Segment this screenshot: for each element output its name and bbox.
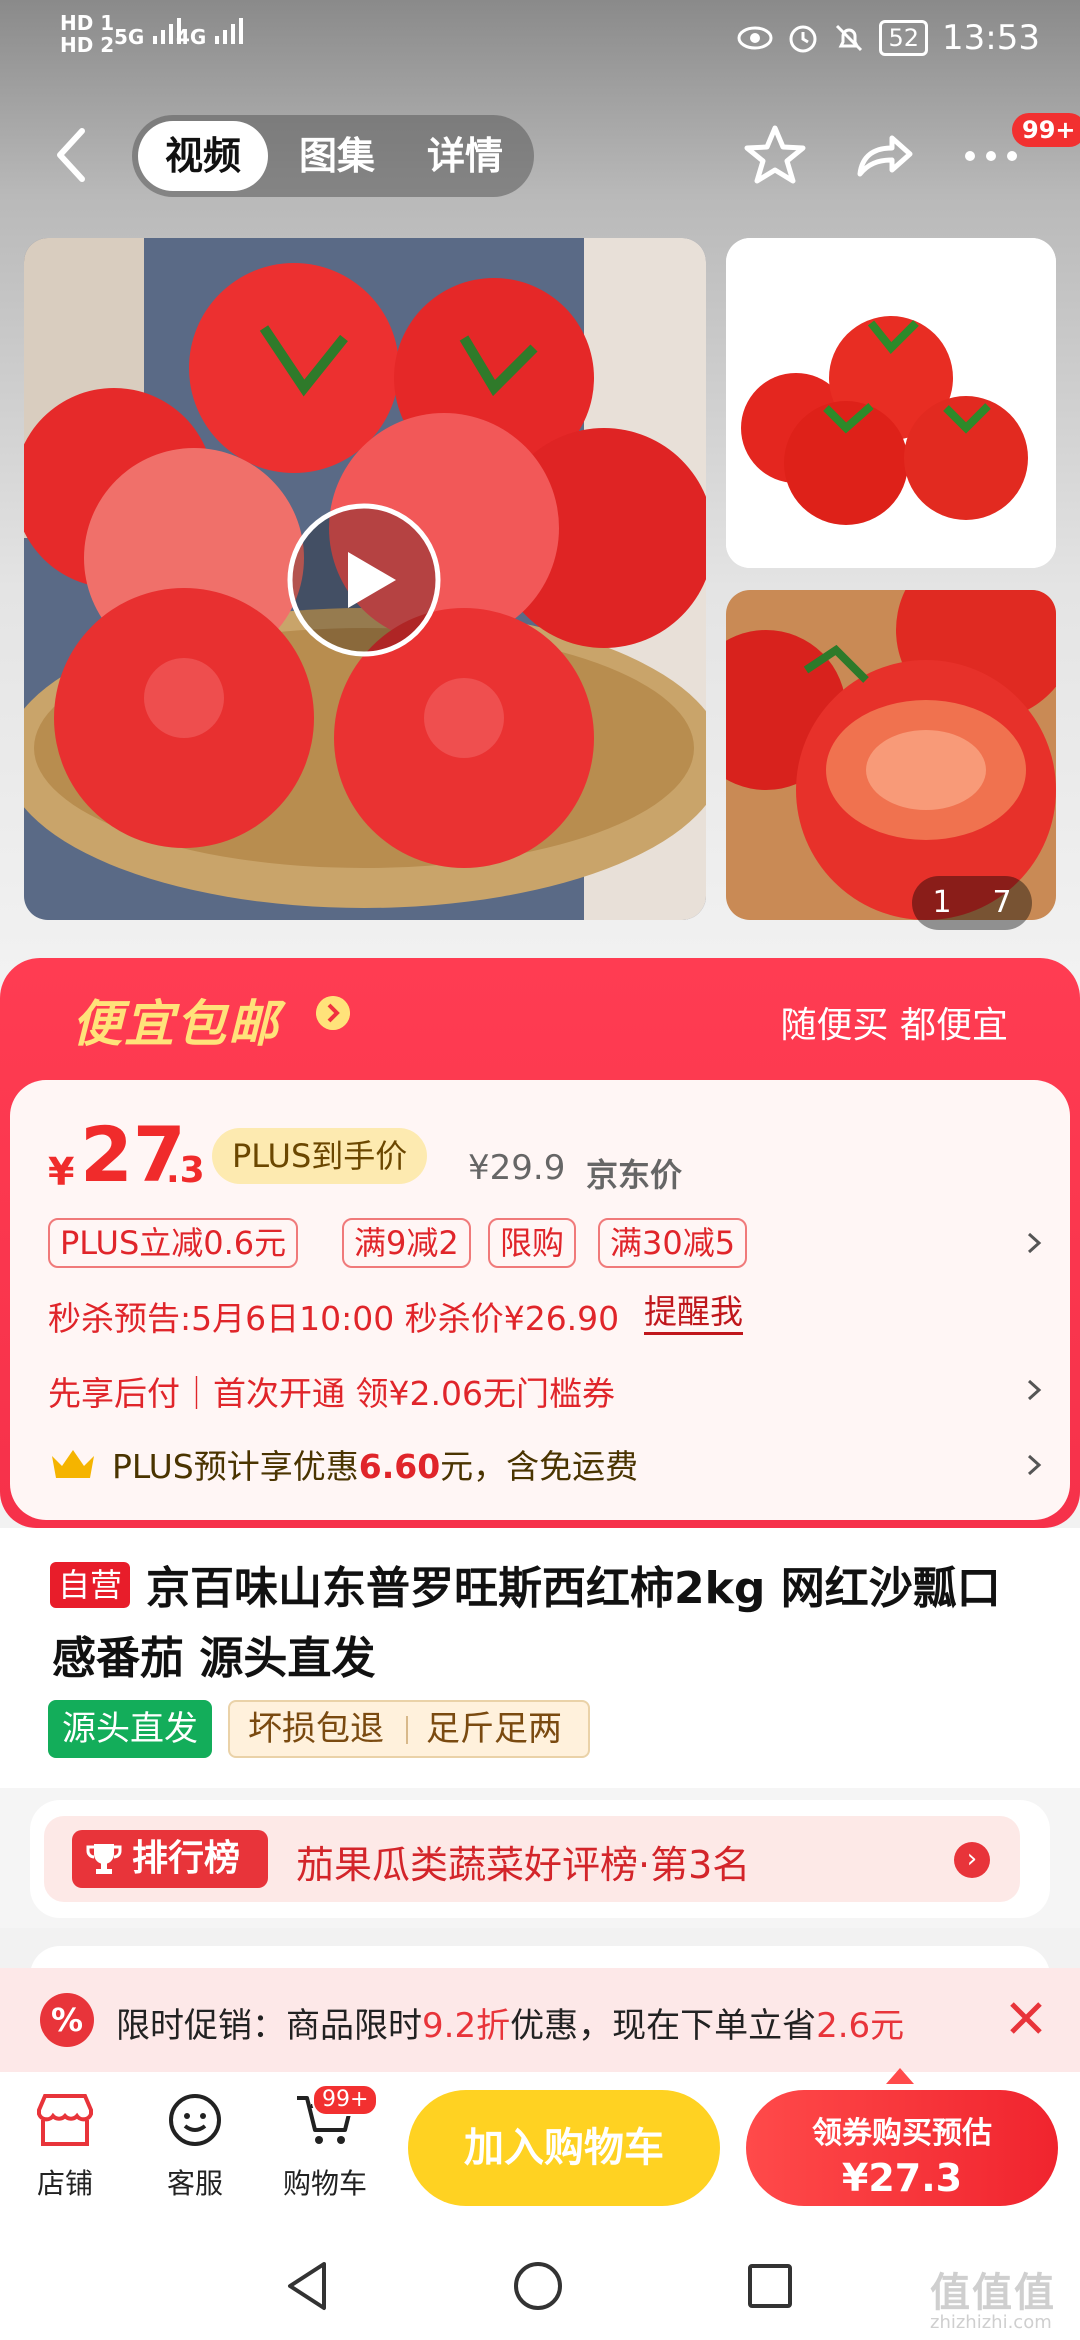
remind-me-link[interactable]: 提醒我 [644,1292,743,1335]
tab-details[interactable]: 详情 [410,121,520,191]
clock: 13:53 [942,18,1040,58]
tab-gallery[interactable]: 图集 [282,121,392,191]
nav-recents-square-icon[interactable] [746,2262,794,2310]
sim-indicators: HD 1 HD 2 [60,12,114,56]
gallery-counter-total: 7 [992,885,1012,920]
tab-video[interactable]: 视频 [138,121,268,191]
crown-icon [52,1450,94,1478]
coupon-tag[interactable]: 限购 [488,1218,577,1268]
chevron-right-icon[interactable]: › [954,1842,990,1878]
hd2-label: HD 2 [60,33,115,57]
gallery-counter: 1 7 [912,876,1032,930]
chevron-right-icon[interactable] [1022,1450,1046,1480]
system-navigation-bar [0,2232,1080,2340]
self-operated-badge: 自营 [50,1562,131,1608]
chat-face-icon [169,2094,221,2146]
limited-promo-text: 限时促销：商品限时9.2折优惠，现在下单立省2.6元 [116,2006,905,2046]
watermark-logo: 值值值 [930,2270,1056,2316]
service-label: 客服 [166,2167,223,2200]
signal-bars-icon [215,18,244,44]
trophy-icon [86,1844,122,1874]
original-price-label: 京东价 [586,1156,683,1194]
service-tags: 坏损包退 足斤足两 [228,1700,590,1758]
shop-button[interactable]: 店铺 [10,2090,120,2202]
shop-label: 店铺 [36,2167,93,2200]
chevron-right-icon[interactable] [316,996,350,1030]
percent-icon: % [40,1993,94,2047]
gallery-thumbnail-1[interactable] [726,238,1056,568]
plus-price-tag: PLUS到手价 [212,1128,428,1184]
divider [406,1716,408,1744]
back-icon[interactable] [50,125,90,185]
price-currency: ¥ [48,1150,75,1194]
pointer [886,2068,914,2084]
gallery-counter-current: 1 [932,885,952,920]
rank-text[interactable]: 茄果瓜类蔬菜好评榜·第3名 [296,1834,750,1889]
signal-4g: 4G [176,18,249,49]
add-to-cart-button[interactable]: 加入购物车 [408,2090,720,2206]
price-decimal: .3 [166,1150,205,1191]
promo-title[interactable]: 便宜包邮 [72,984,280,1056]
media-tab-switcher: 视频 图集 详情 [132,115,534,197]
eye-icon [737,26,773,50]
nav-back-triangle-icon[interactable] [284,2260,330,2312]
product-title: 京百味山东普罗旺斯西红柿2kg 网红沙瓢口感番茄 源头直发 [52,1563,1001,1684]
chevron-right-icon[interactable] [1022,1228,1046,1258]
flash-sale-notice: 秒杀预告:5月6日10:00 秒杀价¥26.90 [48,1299,620,1338]
watermark-url: zhizhizhi.com [930,2312,1052,2333]
mute-bell-icon [836,24,863,52]
status-bar: HD 1 HD 2 5G 4G 52 13:53 [0,0,1080,80]
nav-home-circle-icon[interactable] [512,2260,564,2312]
play-icon[interactable] [284,500,444,660]
alarm-icon [789,25,817,53]
gallery-thumbnail-2[interactable] [726,590,1056,920]
battery-indicator: 52 [879,20,929,56]
cart-count-badge: 99+ [312,2084,379,2116]
cut-tomato-image [726,590,1056,920]
message-badge: 99+ [1012,113,1080,147]
original-price: ¥29.9 [468,1148,566,1188]
coupon-tag[interactable]: 满30减5 [598,1218,748,1268]
close-icon[interactable] [1008,2000,1044,2036]
promo-subtitle: 随便买 都便宜 [780,1005,1008,1046]
cart-label: 购物车 [282,2167,367,2200]
coupon-tag[interactable]: 满9减2 [342,1218,471,1268]
chevron-right-icon[interactable] [1022,1375,1046,1405]
rank-badge: 排行榜 [72,1830,268,1888]
star-favorite-icon[interactable] [740,120,810,190]
status-right: 52 13:53 [737,18,1040,58]
buy-button-line1: 领券购买预估 [812,2116,992,2151]
tomato-cluster-image [726,238,1056,568]
hd1-label: HD 1 [60,11,115,35]
source-direct-tag: 源头直发 [48,1700,212,1758]
plus-savings[interactable]: PLUS预计享优惠6.60元，含免运费 [112,1440,638,1488]
share-icon[interactable] [848,120,918,190]
coupon-tag[interactable]: PLUS立减0.6元 [48,1218,299,1268]
pay-later-offer[interactable]: 先享后付｜首次开通 领¥2.06无门槛券 [48,1367,615,1415]
full-weight-tag: 足斤足两 [426,1709,562,1749]
buy-button-price: ¥27.3 [841,2156,963,2200]
product-video-thumbnail[interactable] [24,238,706,920]
coupon-buy-button[interactable]: 领券购买预估 ¥27.3 [746,2090,1058,2206]
store-icon [37,2094,93,2146]
damage-return-tag: 坏损包退 [248,1709,384,1749]
customer-service-button[interactable]: 客服 [140,2090,250,2202]
